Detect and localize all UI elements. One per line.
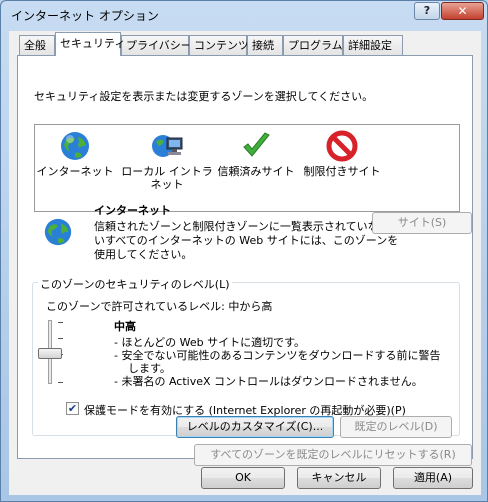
tab-general[interactable]: 全般 [19,35,55,55]
security-level-name: 中高 [114,320,136,333]
tab-connections[interactable]: 接続 [247,35,283,55]
security-level-slider-thumb[interactable] [38,348,62,359]
window-title: インターネット オプション [11,9,159,23]
zone-list: インターネット ローカル イントラネット 信頼済みサイト 制限付きサイト [34,124,460,212]
globe-icon [44,218,72,246]
allowed-levels-text: このゾーンで許可されているレベル: 中から高 [46,300,273,313]
zone-internet-label: インターネット [35,165,115,178]
apply-button[interactable]: 適用(A) [393,467,473,489]
zone-info-line3: 使用してください。 [94,248,193,261]
zone-local-intranet[interactable]: ローカル イントラネット [121,129,213,191]
zone-restricted-sites[interactable]: 制限付きサイト [297,129,387,178]
zone-restricted-sites-label: 制限付きサイト [303,165,381,178]
help-button[interactable]: ? [414,2,440,20]
tab-security[interactable]: セキュリティ [55,32,125,56]
description-line: - 安全でない可能性のあるコンテンツをダウンロードする前に警告します。 [114,349,441,375]
default-level-button[interactable]: 既定のレベル(D) [340,416,452,438]
zone-trusted-sites[interactable]: 信頼済みサイト [211,129,301,178]
dialog-window: インターネット オプション ? ✕ 全般 セキュリティ プライバシー コンテンツ… [0,0,488,502]
zone-info-title: インターネット [94,204,171,217]
tab-privacy[interactable]: プライバシー [121,35,192,55]
description-line: - 未署名の ActiveX コントロールはダウンロードされません。 [114,375,423,388]
restricted-icon [326,130,358,162]
description-line: - ほとんどの Web サイトに適切です。 [114,336,306,349]
title-bar[interactable]: インターネット オプション ? ✕ [1,1,487,31]
tab-programs[interactable]: プログラム [283,35,343,55]
zone-trusted-sites-label: 信頼済みサイト [217,165,295,178]
security-level-group-title: このゾーンのセキュリティのレベル(L) [38,276,232,292]
sites-button[interactable]: サイト(S) [372,212,472,234]
ok-button[interactable]: OK [201,467,285,489]
tab-advanced[interactable]: 詳細設定 [343,35,403,55]
intranet-icon [152,135,183,157]
slider-tick [58,322,63,323]
security-tab-panel: セキュリティ設定を表示または変更するゾーンを選択してください。 インターネット [17,55,473,466]
zone-local-intranet-label: ローカル イントラネット [121,165,213,191]
cancel-button[interactable]: キャンセル [297,467,381,489]
slider-tick [58,382,63,383]
zone-internet[interactable]: インターネット [35,129,115,178]
slider-tick [58,338,63,339]
custom-level-button[interactable]: レベルのカスタマイズ(C)... [176,416,334,438]
close-button[interactable]: ✕ [441,2,484,20]
tab-content[interactable]: コンテンツ [189,35,249,55]
globe-icon [61,132,89,160]
checkmark-icon [243,132,270,157]
protected-mode-checkbox[interactable]: ✔ [66,402,79,415]
security-level-description: - ほとんどの Web サイトに適切です。 - 安全でない可能性のあるコンテンツ… [114,336,444,388]
select-zone-prompt: セキュリティ設定を表示または変更するゾーンを選択してください。 [34,90,374,103]
reset-all-zones-button[interactable]: すべてのゾーンを既定のレベルにリセットする(R) [194,444,472,466]
dialog-client: 全般 セキュリティ プライバシー コンテンツ 接続 プログラム 詳細設定 セキュ… [9,31,481,495]
